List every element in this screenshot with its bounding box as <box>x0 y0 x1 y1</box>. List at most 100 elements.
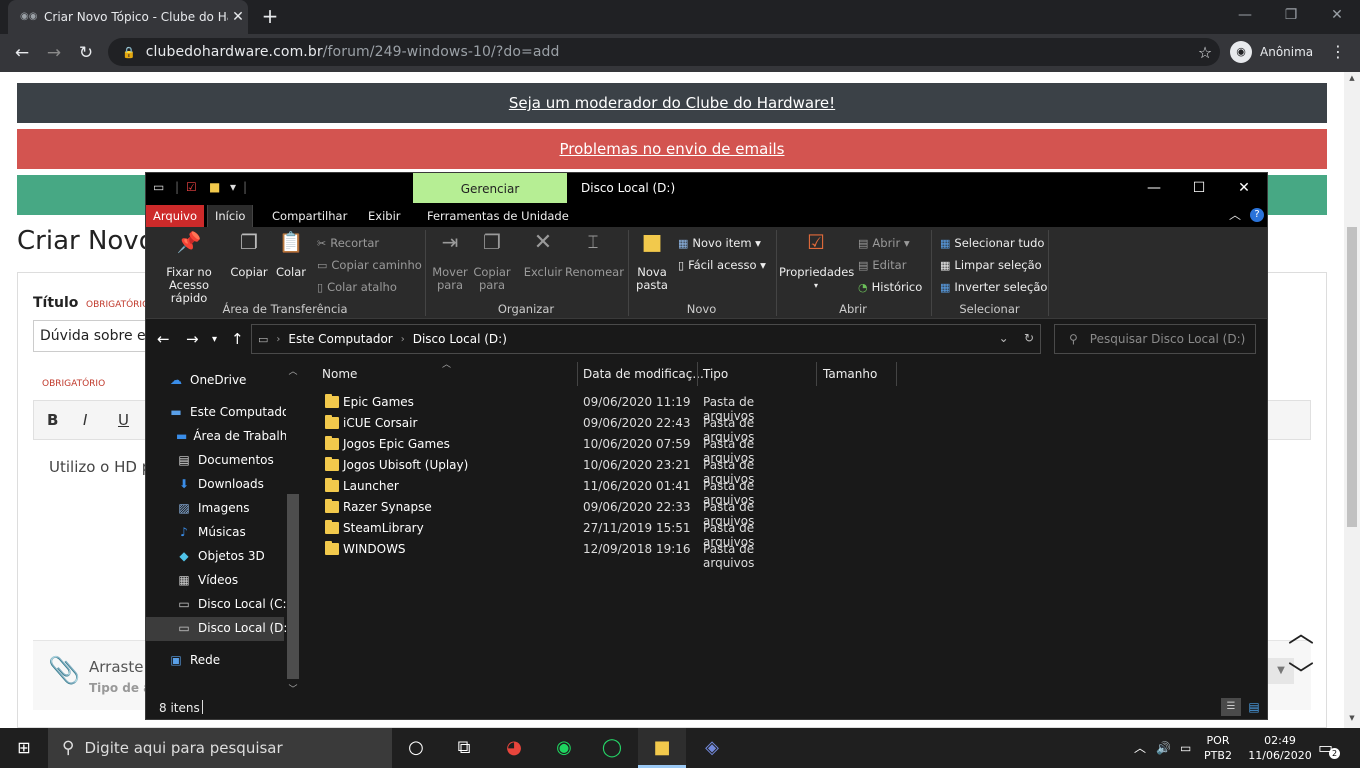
browser-tab[interactable]: ◉◉ Criar Novo Tópico - Clube do Ha ✕ <box>8 0 248 34</box>
column-divider[interactable] <box>577 362 578 386</box>
tab-arquivo[interactable]: Arquivo <box>146 205 205 227</box>
restore-browser-button[interactable]: ❐ <box>1268 0 1314 30</box>
column-divider[interactable] <box>896 362 897 386</box>
large-icons-view-icon[interactable]: ▤ <box>1244 698 1264 716</box>
page-scrollbar[interactable]: ▲ ▼ <box>1344 72 1360 728</box>
bold-button[interactable]: B <box>47 411 58 429</box>
nav-scroll-up-icon[interactable]: ︿ <box>286 364 300 377</box>
column-date[interactable]: Data de modificaç... <box>583 367 704 381</box>
tab-ferramentas[interactable]: Ferramentas de Unidade <box>420 205 576 227</box>
edit-button[interactable]: ▤ Editar <box>858 258 906 272</box>
whatsapp-icon[interactable]: ◯ <box>588 728 636 768</box>
column-size[interactable]: Tamanho <box>823 367 877 381</box>
new-item-button[interactable]: ▦ Novo item ▾ <box>678 236 761 250</box>
file-row[interactable]: iCUE Corsair 09/06/2020 22:43 Pasta de arq… <box>322 413 802 444</box>
nav-scrollbar[interactable]: ︿ ﹀ <box>286 364 300 696</box>
paste-shortcut-button[interactable]: ▯ Colar atalho <box>317 280 397 294</box>
paste-button[interactable]: 📋 Colar <box>272 232 310 279</box>
task-view-icon[interactable]: ⧉ <box>440 728 488 768</box>
profile-button[interactable]: ◉ Anônima <box>1230 40 1322 64</box>
column-divider[interactable] <box>697 362 698 386</box>
file-row[interactable]: WINDOWS 12/09/2018 19:16 Pasta de arquivos <box>322 539 802 570</box>
properties-qat-icon[interactable]: ☑ <box>186 180 197 194</box>
close-browser-button[interactable]: ✕ <box>1314 0 1360 30</box>
invert-selection-button[interactable]: ▦ Inverter seleção <box>940 280 1047 294</box>
forward-button[interactable]: → <box>40 40 68 66</box>
tray-overflow-icon[interactable]: ︿ <box>1134 728 1146 768</box>
move-to-button[interactable]: ⇥ Mover para <box>430 232 470 292</box>
manage-context-tab[interactable]: Gerenciar <box>413 173 567 203</box>
editor-content[interactable]: Utilizo o HD pa <box>49 458 160 476</box>
help-icon[interactable]: ? <box>1250 208 1264 222</box>
properties-button[interactable]: ☑ Propriedades ▾ <box>779 232 854 292</box>
scroll-arrow-up-icon[interactable]: ▲ <box>1344 74 1360 82</box>
file-row[interactable]: Epic Games 09/06/2020 11:19 Pasta de arqui… <box>322 392 802 423</box>
new-tab-button[interactable]: + <box>258 5 282 29</box>
cortana-icon[interactable]: ○ <box>392 728 440 768</box>
delete-button[interactable]: ✕ Excluir <box>521 232 565 279</box>
explorer-address-bar[interactable]: ▭ › Este Computador › Disco Local (D:) ⌄… <box>251 324 1041 354</box>
collapse-ribbon-icon[interactable]: ︿ <box>1229 206 1241 223</box>
nav-scroll-down-icon[interactable]: ﹀ <box>286 682 300 695</box>
language-indicator[interactable]: POR PTB2 <box>1198 733 1238 763</box>
breadcrumb-computer[interactable]: Este Computador <box>288 332 392 346</box>
moderator-link[interactable]: Seja um moderador do Clube do Hardware! <box>509 94 835 112</box>
tab-compartilhar[interactable]: Compartilhar <box>265 205 354 227</box>
browser-menu-icon[interactable]: ⋮ <box>1328 40 1348 64</box>
column-divider[interactable] <box>816 362 817 386</box>
spotify-icon[interactable]: ◉ <box>540 728 588 768</box>
italic-button[interactable]: I <box>83 411 87 429</box>
tab-exibir[interactable]: Exibir <box>361 205 408 227</box>
copy-button[interactable]: ❐ Copiar <box>229 232 269 279</box>
taskbar-search-box[interactable]: ⚲ Digite aqui para pesquisar <box>48 728 392 768</box>
scroll-arrow-down-icon[interactable]: ▼ <box>1344 714 1360 722</box>
close-tab-icon[interactable]: ✕ <box>228 9 248 25</box>
column-type[interactable]: Tipo <box>703 367 728 381</box>
scroll-down-icon[interactable]: ﹀ <box>1288 655 1314 692</box>
open-button[interactable]: ▤ Abrir ▾ <box>858 236 910 250</box>
scrollbar-thumb[interactable] <box>1347 227 1357 527</box>
cut-button[interactable]: ✂ Recortar <box>317 236 379 250</box>
explorer-back-icon[interactable]: ← <box>157 330 170 348</box>
address-bar[interactable]: 🔒 clubedohardware.com.br/forum/249-windo… <box>108 38 1220 66</box>
address-actions-icons[interactable]: ⌄ ↻ <box>999 331 1034 345</box>
volume-icon[interactable]: 🔊 <box>1156 728 1171 768</box>
easy-access-button[interactable]: ▯ Fácil acesso ▾ <box>678 258 766 272</box>
network-tray-icon[interactable]: ▭ <box>1180 728 1191 768</box>
file-row[interactable]: SteamLibrary 27/11/2019 15:51 Pasta de arq… <box>322 518 802 549</box>
up-folder-icon[interactable]: ↑ <box>231 330 244 348</box>
windows-start-icon[interactable]: ⊞ <box>0 728 48 768</box>
history-button[interactable]: ◔ Histórico <box>858 280 922 294</box>
chrome-icon[interactable]: ◕ <box>490 728 538 768</box>
column-name[interactable]: Nome <box>322 367 357 381</box>
explorer-search-input[interactable]: ⚲ Pesquisar Disco Local (D:) <box>1054 324 1256 354</box>
maximize-explorer-button[interactable]: ☐ <box>1176 175 1222 201</box>
recent-locations-icon[interactable]: ▾ <box>212 334 217 345</box>
close-explorer-button[interactable]: ✕ <box>1221 175 1267 201</box>
explorer-forward-icon[interactable]: → <box>186 330 199 348</box>
nav-scrollbar-thumb[interactable] <box>287 494 299 679</box>
select-none-button[interactable]: ▦ Limpar seleção <box>940 258 1042 272</box>
clock[interactable]: 02:49 11/06/2020 <box>1240 733 1320 763</box>
scroll-up-icon[interactable]: ︿ <box>1288 613 1314 650</box>
discord-icon[interactable]: ◈ <box>688 728 736 768</box>
underline-button[interactable]: U <box>118 411 129 429</box>
rename-button[interactable]: ⌶ Renomear <box>565 234 624 279</box>
minimize-explorer-button[interactable]: — <box>1131 175 1177 201</box>
nav-desktop[interactable]: ▬ Área de Trabalho <box>176 425 286 447</box>
tab-inicio[interactable]: Início <box>207 205 254 227</box>
email-problem-link[interactable]: Problemas no envio de emails <box>560 140 785 158</box>
file-row[interactable]: Razer Synapse 09/06/2020 22:33 Pasta de ar… <box>322 497 802 528</box>
copy-path-button[interactable]: ▭ Copiar caminho <box>317 258 422 272</box>
title-input[interactable]: Dúvida sobre exc <box>33 320 153 352</box>
notification-center-icon[interactable]: ▭ 2 <box>1318 738 1340 759</box>
qat-dropdown-icon[interactable]: ▾ <box>230 180 236 194</box>
details-view-icon[interactable]: ☰ <box>1221 698 1241 716</box>
file-explorer-icon[interactable]: ■ <box>638 728 686 768</box>
file-row[interactable]: Jogos Ubisoft (Uplay) 10/06/2020 23:21 Pas… <box>322 455 802 486</box>
file-row[interactable]: Launcher 11/06/2020 01:41 Pasta de arquivo… <box>322 476 802 507</box>
back-button[interactable]: ← <box>8 40 36 66</box>
select-all-button[interactable]: ▦ Selecionar tudo <box>940 236 1044 250</box>
pin-button[interactable]: 📌 Fixar no Acesso rápido <box>150 232 228 305</box>
new-folder-qat-icon[interactable]: ■ <box>209 180 220 194</box>
